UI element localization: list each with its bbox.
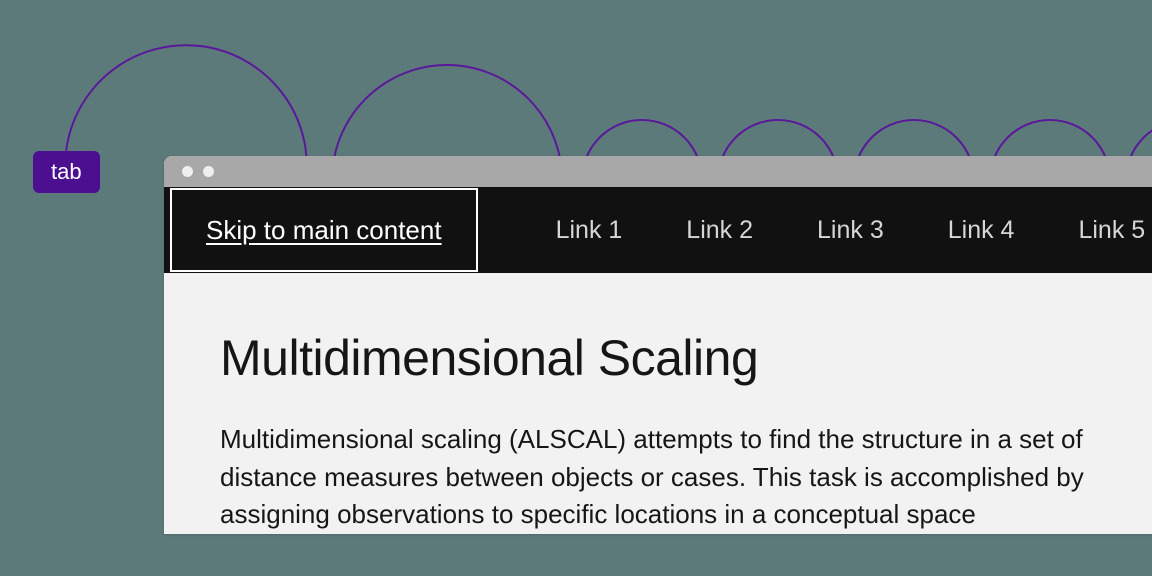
page-title: Multidimensional Scaling	[220, 329, 1108, 387]
nav-link-1[interactable]: Link 1	[556, 216, 623, 245]
main-content: Multidimensional Scaling Multidimensiona…	[164, 273, 1152, 534]
tab-key-label: tab	[51, 159, 82, 184]
nav-links-group: Link 1 Link 2 Link 3 Link 4 Link 5	[556, 216, 1146, 245]
nav-link-2[interactable]: Link 2	[686, 216, 753, 245]
window-titlebar	[164, 156, 1152, 187]
page-body-text: Multidimensional scaling (ALSCAL) attemp…	[220, 421, 1108, 534]
tab-key-indicator: tab	[33, 151, 100, 193]
skip-link-text[interactable]: Skip to main content	[206, 215, 442, 246]
window-control-dot	[203, 166, 214, 177]
browser-window: Skip to main content Link 1 Link 2 Link …	[164, 156, 1152, 534]
skip-to-main-content[interactable]: Skip to main content	[170, 188, 478, 272]
window-control-dot	[182, 166, 193, 177]
main-nav: Skip to main content Link 1 Link 2 Link …	[164, 187, 1152, 273]
nav-link-4[interactable]: Link 4	[948, 216, 1015, 245]
nav-link-5[interactable]: Link 5	[1078, 216, 1145, 245]
nav-link-3[interactable]: Link 3	[817, 216, 884, 245]
